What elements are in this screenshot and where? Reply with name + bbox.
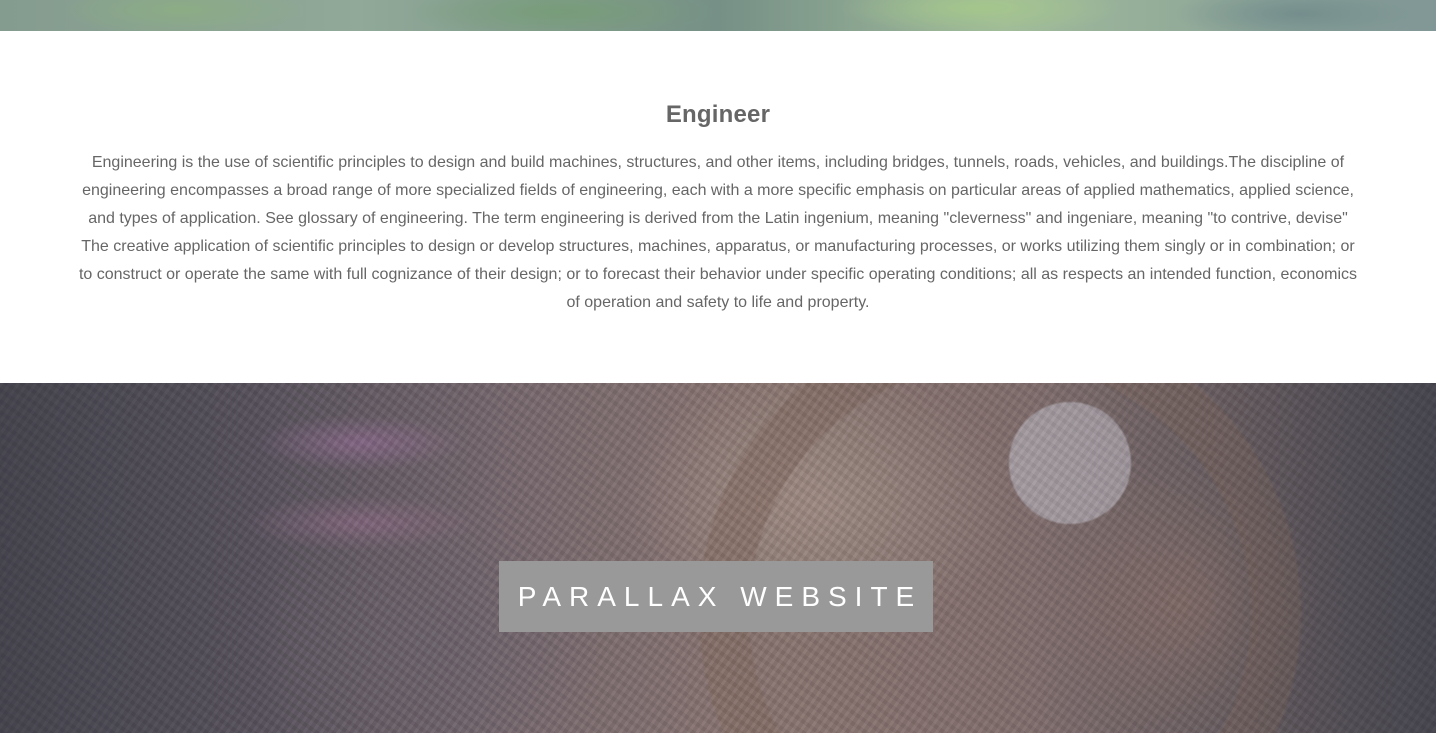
top-parallax-image xyxy=(0,0,1436,31)
engineer-section: Engineer Engineering is the use of scien… xyxy=(0,31,1436,383)
section-body: Engineering is the use of scientific pri… xyxy=(78,154,1358,311)
hero-label: PARALLAX WEBSITE xyxy=(499,561,933,632)
section-title: Engineer xyxy=(665,101,771,128)
parallax-hero-image: PARALLAX WEBSITE xyxy=(0,383,1436,733)
